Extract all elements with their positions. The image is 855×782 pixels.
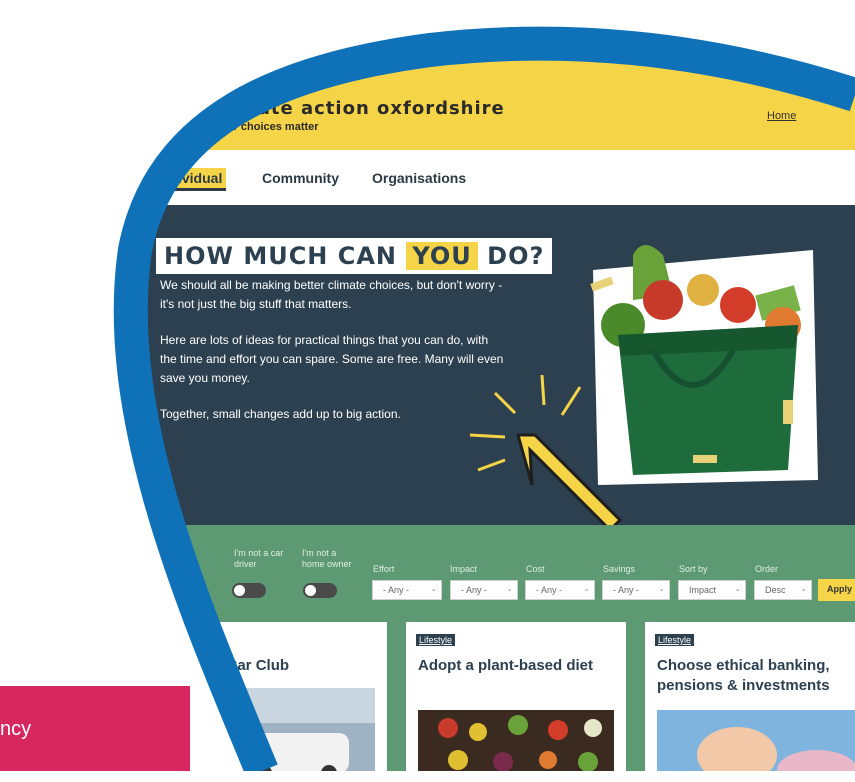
decorative-blob-outline (113, 26, 855, 771)
